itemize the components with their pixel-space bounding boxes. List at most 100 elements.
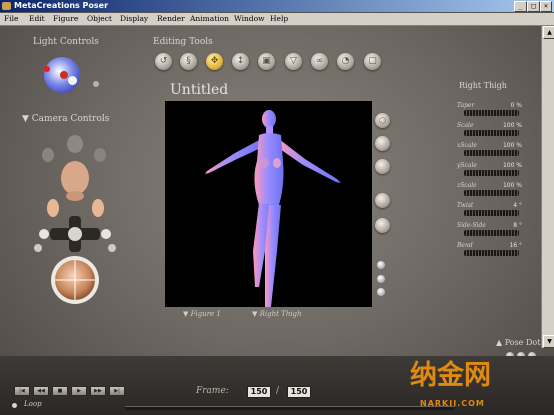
go-to-start-button[interactable]: |◀ [14,386,30,396]
total-frames-field[interactable]: 150 [287,386,311,398]
maximize-button[interactable]: □ [527,1,540,12]
vertical-scrollbar[interactable]: ▲ ▼ [541,26,554,348]
title-bar: MetaCreations Poser _ □ × [0,0,554,12]
figure-menu-label: Figure 1 [190,310,221,318]
display-icon-3[interactable] [375,193,390,208]
hand-camera-icon [67,135,83,153]
close-button[interactable]: × [540,1,552,12]
figure-render[interactable] [165,101,372,307]
param-dial[interactable] [464,230,519,236]
display-icon-4[interactable] [375,218,390,233]
param-row[interactable]: xScale 100 % [451,142,526,162]
param-dial[interactable] [464,210,519,216]
parameters-title: Right Thigh [459,81,507,90]
param-value[interactable]: 100 % [503,182,522,189]
param-value[interactable]: 4 ° [513,202,522,209]
translate-tool-icon[interactable]: ✥ [206,53,223,70]
param-row[interactable]: Side-Side 8 ° [451,222,526,242]
workspace: Light Controls Editing Tools ↺ § ✥ ↕ ▣ ▽… [0,26,554,415]
menu-display[interactable]: Display [120,13,148,25]
param-row[interactable]: Bend 16 ° [451,242,526,262]
menu-help[interactable]: Help [270,13,288,25]
current-frame-field[interactable]: 150 [247,386,271,398]
camera-view-cube-icon[interactable]: ⬡ [375,113,390,128]
param-row[interactable]: yScale 100 % [451,162,526,182]
camera-controls-text: Camera Controls [31,114,110,124]
twist-tool-icon[interactable]: § [180,53,197,70]
document-canvas[interactable] [165,101,372,307]
step-forward-button[interactable]: ▶▶ [90,386,106,396]
part-menu[interactable]: ▼ Right Thigh [252,310,302,318]
menu-file[interactable]: File [4,13,18,25]
display-style-dot[interactable] [377,288,385,296]
light-properties-icon[interactable] [93,81,99,87]
light-1-handle[interactable] [44,66,50,72]
camera-controls-widget[interactable] [20,130,130,330]
param-dial[interactable] [464,170,519,176]
scroll-down-arrow-icon[interactable]: ▼ [543,335,554,348]
param-name: xScale [457,142,477,149]
display-icon-2[interactable] [375,159,390,174]
chain-break-tool-icon[interactable]: ∞ [311,53,328,70]
param-name: zScale [457,182,477,189]
timeline-slider[interactable] [125,406,455,410]
light-3-handle[interactable] [68,76,77,85]
loop-label: Loop [24,400,42,408]
param-dial[interactable] [464,110,519,116]
scale-tool-icon[interactable]: ▣ [258,53,275,70]
param-value[interactable]: 100 % [503,122,522,129]
taper-tool-icon[interactable]: ▽ [285,53,302,70]
figure-menu[interactable]: ▼ Figure 1 [183,310,221,318]
param-value[interactable]: 16 ° [509,242,522,249]
watermark-logo: 纳金网 [410,360,491,391]
display-style-dot[interactable] [377,275,385,283]
display-icon[interactable] [375,136,390,151]
step-back-button[interactable]: ◀◀ [33,386,49,396]
stop-button[interactable]: ■ [52,386,68,396]
camera-controls-label: ▼ Camera Controls [22,114,110,124]
color-tool-icon[interactable]: ◔ [337,53,354,70]
window-title: MetaCreations Poser [14,1,109,10]
param-dial[interactable] [464,130,519,136]
param-value[interactable]: 8 ° [513,222,522,229]
light-2-handle[interactable] [60,71,68,79]
minimize-button[interactable]: _ [514,1,527,12]
parameters-panel: Taper 0 % Scale 100 % xScale 100 % yScale 10… [451,102,526,268]
param-value[interactable]: 100 % [503,162,522,169]
param-row[interactable]: Taper 0 % [451,102,526,122]
pose-dots-text: Pose Dots [504,338,545,347]
menu-edit[interactable]: Edit [29,13,45,25]
param-dial[interactable] [464,150,519,156]
display-style-dot[interactable] [377,261,385,269]
param-value[interactable]: 0 % [511,102,522,109]
param-row[interactable]: Twist 4 ° [451,202,526,222]
translate-in-out-tool-icon[interactable]: ↕ [232,53,249,70]
menu-render[interactable]: Render [157,13,185,25]
go-to-end-button[interactable]: ▶| [109,386,125,396]
param-name: Scale [457,122,474,129]
scroll-up-arrow-icon[interactable]: ▲ [543,26,554,39]
param-name: yScale [457,162,477,169]
menu-window[interactable]: Window [234,13,265,25]
pose-dots-label: ▲ Pose Dots [496,338,545,347]
editing-tools-label: Editing Tools [153,37,213,47]
menu-bar: File Edit Figure Object Display Render A… [0,13,554,26]
rotate-tool-icon[interactable]: ↺ [155,53,172,70]
view-magnifier-icon[interactable]: ▢ [364,53,381,70]
param-row[interactable]: zScale 100 % [451,182,526,202]
param-value[interactable]: 100 % [503,142,522,149]
app-icon [2,2,11,10]
param-dial[interactable] [464,190,519,196]
menu-figure[interactable]: Figure [53,13,78,25]
param-name: Twist [457,202,474,209]
watermark-text: NARKII.COM [420,399,485,408]
param-row[interactable]: Scale 100 % [451,122,526,142]
play-button[interactable]: ▶ [71,386,87,396]
param-name: Side-Side [457,222,486,229]
param-dial[interactable] [464,250,519,256]
menu-animation[interactable]: Animation [190,13,229,25]
poser-window: MetaCreations Poser _ □ × File Edit Figu… [0,0,554,415]
loop-toggle[interactable] [12,403,17,408]
part-menu-label: Right Thigh [259,310,302,318]
menu-object[interactable]: Object [87,13,112,25]
